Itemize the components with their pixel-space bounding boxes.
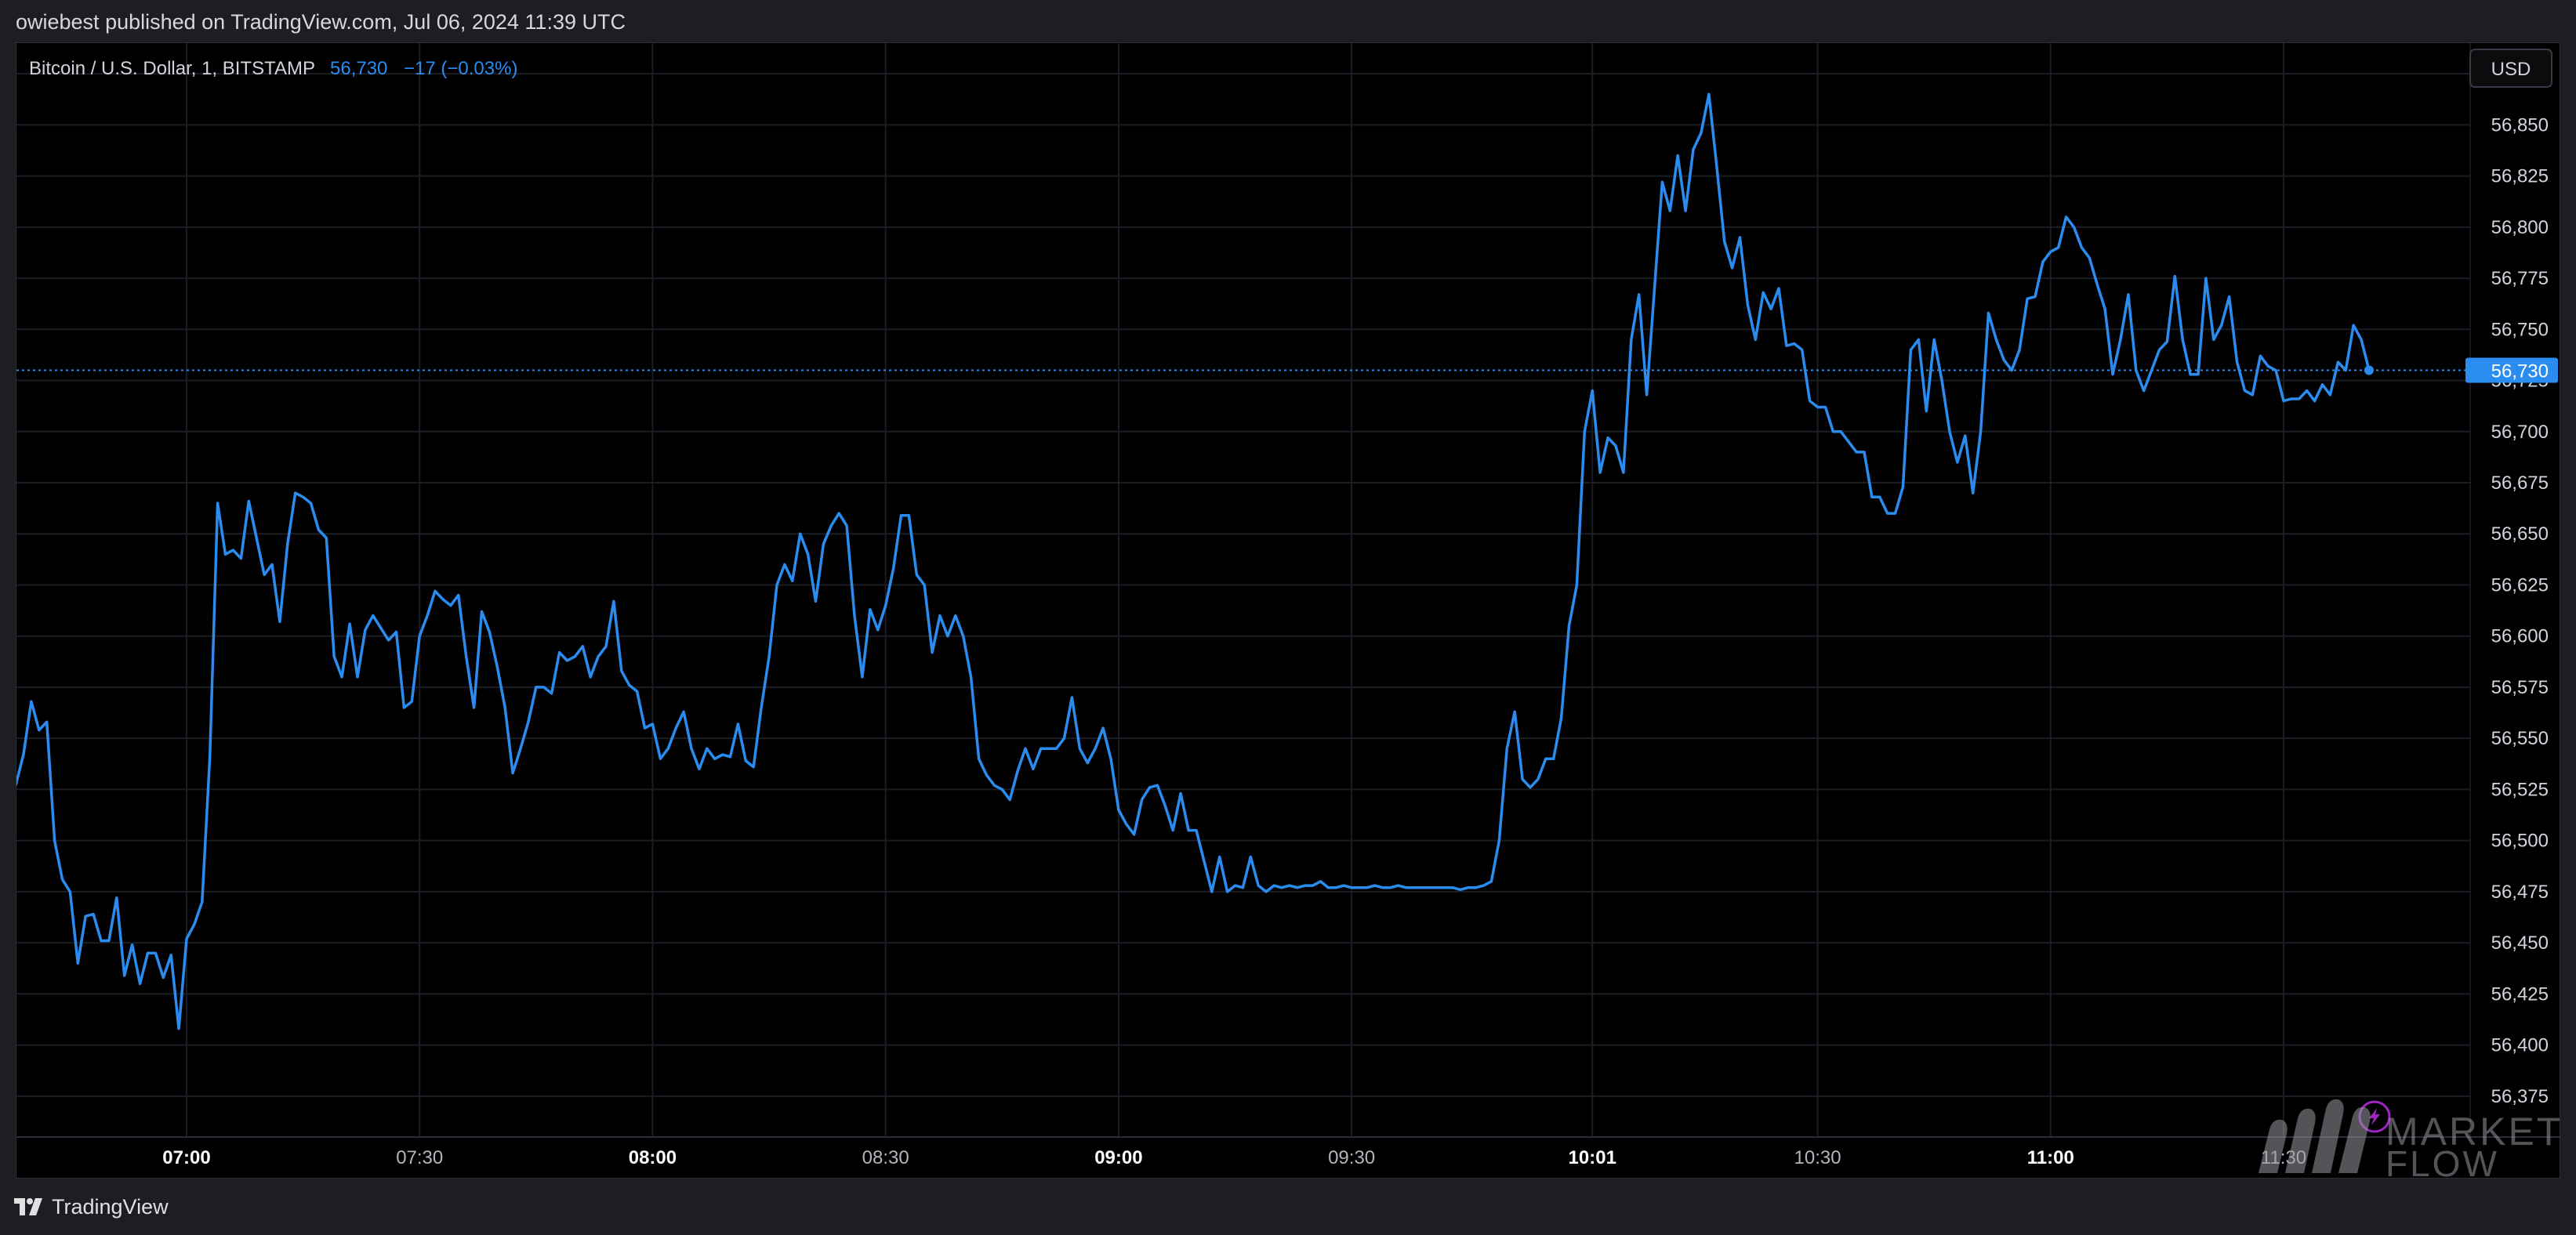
y-tick-label: 56,575 [2491,677,2549,698]
y-tick-label: 56,600 [2491,626,2549,647]
y-tick-label: 56,825 [2491,166,2549,187]
last-price-dot [2364,365,2374,375]
x-tick-label: 10:30 [1794,1147,1841,1168]
y-tick-label: 56,700 [2491,422,2549,443]
y-tick-label: 56,425 [2491,983,2549,1005]
tradingview-logo-icon [14,1198,42,1215]
y-axis-ticks: 56,87556,85056,82556,80056,77556,75056,7… [2491,63,2549,1107]
legend-title: Bitcoin / U.S. Dollar, 1, BITSTAMP [29,58,315,79]
tradingview-brand[interactable]: TradingView [14,1195,169,1219]
publisher-line: owiebest published on TradingView.com, J… [16,9,626,34]
y-tick-label: 56,850 [2491,114,2549,136]
x-tick-label: 08:00 [629,1147,677,1168]
brand-name: TradingView [52,1194,169,1219]
y-tick-label: 56,775 [2491,268,2549,289]
y-tick-label: 56,400 [2491,1035,2549,1056]
last-price-tag-label: 56,730 [2491,360,2549,382]
y-tick-label: 56,800 [2491,217,2549,238]
market-flow-watermark: MARKET FLOW [2259,1099,2560,1178]
y-tick-label: 56,550 [2491,728,2549,749]
y-tick-label: 56,375 [2491,1086,2549,1107]
price-series-line[interactable] [16,92,2371,1030]
x-axis-ticks: 07:00 07:30 08:00 08:30 09:00 09:30 10:01 10:30… [162,1147,2306,1168]
chart-frame[interactable]: 56,87556,85056,82556,80056,77556,75056,7… [16,42,2560,1179]
x-tick-label: 10:01 [1569,1147,1616,1168]
chart-grid [16,43,2470,1137]
x-tick-label: 08:30 [862,1147,909,1168]
currency-button-label: USD [2491,59,2531,80]
watermark-flow: FLOW [2386,1143,2499,1178]
x-tick-label: 09:00 [1094,1147,1142,1168]
x-tick-label: 09:30 [1328,1147,1375,1168]
x-tick-label: 07:30 [396,1147,443,1168]
y-tick-label: 56,625 [2491,574,2549,596]
market-flow-logo-icon [2259,1099,2371,1173]
legend-last-value: 56,730 [330,58,387,79]
y-tick-label: 56,650 [2491,523,2549,545]
x-tick-label: 07:00 [162,1147,210,1168]
price-chart[interactable]: 56,87556,85056,82556,80056,77556,75056,7… [16,43,2560,1178]
legend-change: −17 (−0.03%) [404,58,517,79]
publisher-header: owiebest published on TradingView.com, J… [0,0,2576,44]
y-tick-label: 56,450 [2491,933,2549,954]
y-tick-label: 56,750 [2491,319,2549,340]
x-axis-baseline [16,43,2560,1138]
footer-bar: TradingView [0,1179,2576,1235]
y-tick-label: 56,675 [2491,473,2549,494]
x-tick-label: 11:00 [2027,1147,2074,1168]
y-tick-label: 56,475 [2491,882,2549,903]
y-tick-label: 56,525 [2491,779,2549,800]
y-tick-label: 56,500 [2491,831,2549,852]
